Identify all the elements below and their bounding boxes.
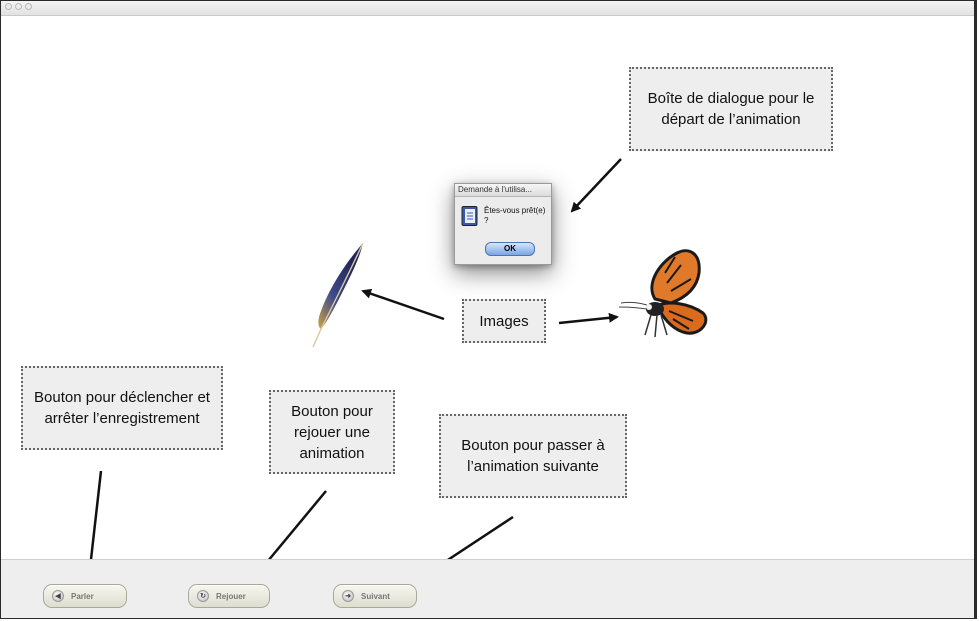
megaphone-icon: ◀	[52, 590, 64, 602]
callout-images: Images	[462, 299, 546, 343]
replay-button-label: Rejouer	[216, 591, 246, 601]
arrow-to-butterfly	[558, 312, 619, 325]
replay-button[interactable]: ↻ Rejouer	[188, 584, 270, 608]
arrow-right-icon: ➜	[342, 590, 354, 602]
notebook-icon	[461, 206, 478, 226]
close-window-button[interactable]	[5, 3, 12, 10]
butterfly-image	[618, 249, 708, 338]
feather-image	[312, 242, 364, 348]
minimize-window-button[interactable]	[15, 3, 22, 10]
replay-icon: ↻	[197, 590, 209, 602]
bottom-toolbar: ◀ Parler ↻ Rejouer ➜ Suivant	[1, 559, 974, 618]
speak-button-label: Parler	[71, 591, 94, 601]
dialog-message: Êtes-vous prêt(e) ?	[484, 206, 546, 225]
callout-replay-button: Bouton pour rejouer une animation	[269, 390, 395, 474]
start-dialog: Demande à l'utilisa... Êtes-vous prêt(e)…	[454, 183, 552, 265]
title-bar	[1, 1, 974, 16]
callout-next-button: Bouton pour passer à l’animation suivant…	[439, 414, 627, 498]
callout-dialog-note: Boîte de dialogue pour le départ de l’an…	[629, 67, 833, 151]
next-button-label: Suivant	[361, 591, 390, 601]
next-button[interactable]: ➜ Suivant	[333, 584, 417, 608]
dialog-title: Demande à l'utilisa...	[455, 184, 551, 197]
zoom-window-button[interactable]	[25, 3, 32, 10]
arrow-to-dialog	[570, 158, 622, 213]
callout-speak-button: Bouton pour déclencher et arrêter l’enre…	[21, 366, 223, 450]
speak-button[interactable]: ◀ Parler	[43, 584, 127, 608]
app-window: Boîte de dialogue pour le départ de l’an…	[0, 0, 977, 619]
window-controls	[5, 3, 32, 10]
ok-button[interactable]: OK	[485, 242, 535, 256]
arrow-to-feather	[361, 288, 445, 321]
